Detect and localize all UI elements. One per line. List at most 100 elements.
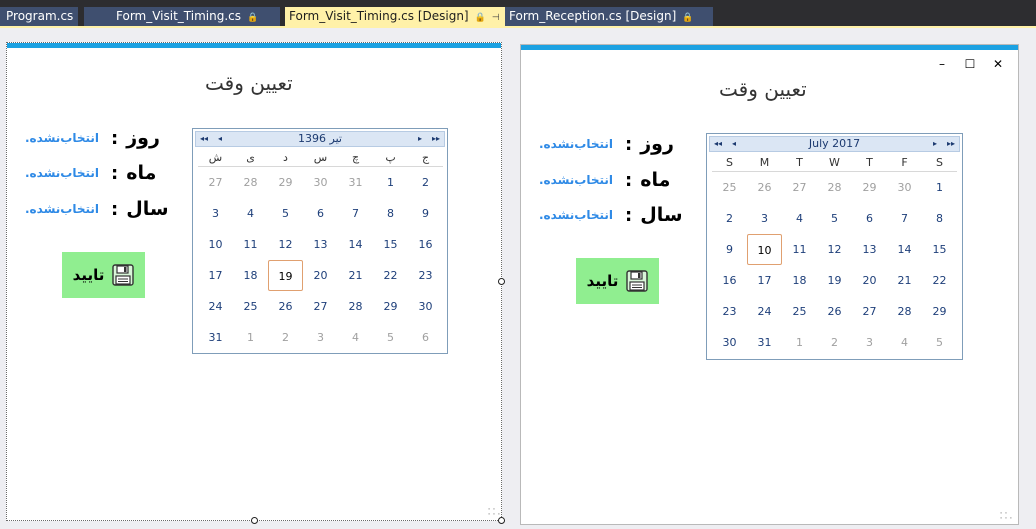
next-year-icon[interactable]: ▸▸ [432, 132, 440, 146]
calendar-day[interactable]: 4 [338, 322, 373, 353]
pin-icon[interactable]: 🔒 [682, 13, 693, 23]
calendar-day[interactable]: 10 [198, 229, 233, 260]
resize-handle-corner[interactable] [498, 517, 505, 524]
calendar-day[interactable]: 24 [198, 291, 233, 322]
calendar-day[interactable]: 28 [887, 296, 922, 327]
next-year-icon[interactable]: ▸▸ [947, 137, 955, 151]
close-icon[interactable]: ✕ [992, 57, 1004, 71]
calendar-day[interactable]: 24 [747, 296, 782, 327]
calendar-day[interactable]: 18 [782, 265, 817, 296]
calendar-day[interactable]: 1 [233, 322, 268, 353]
calendar-day[interactable]: 28 [817, 172, 852, 203]
calendar-day[interactable]: 25 [712, 172, 747, 203]
calendar-day[interactable]: 29 [268, 167, 303, 198]
calendar-day[interactable]: 1 [782, 327, 817, 358]
calendar-month-title[interactable]: تیر 1396 [196, 132, 444, 146]
calendar-day[interactable]: 9 [408, 198, 443, 229]
calendar-day[interactable]: 25 [782, 296, 817, 327]
calendar-day[interactable]: 5 [268, 198, 303, 229]
calendar-day[interactable]: 4 [782, 203, 817, 234]
calendar-day[interactable]: 2 [712, 203, 747, 234]
pin-icon[interactable]: 🔒 [475, 13, 486, 23]
calendar-day[interactable]: 8 [373, 198, 408, 229]
tab-form-reception-design[interactable]: Form_Reception.cs [Design] 🔒 [505, 7, 713, 26]
calendar-day[interactable]: 12 [268, 229, 303, 260]
confirm-button[interactable]: تایید [576, 258, 659, 304]
resize-handle-right[interactable] [498, 278, 505, 285]
calendar-day-today[interactable]: 19 [268, 260, 303, 291]
calendar-day[interactable]: 2 [268, 322, 303, 353]
calendar-day[interactable]: 17 [747, 265, 782, 296]
calendar-day[interactable]: 26 [817, 296, 852, 327]
pin-icon[interactable]: 🔒 [247, 13, 258, 23]
calendar-day[interactable]: 22 [922, 265, 957, 296]
calendar-day[interactable]: 27 [198, 167, 233, 198]
calendar-day[interactable]: 26 [268, 291, 303, 322]
pin-tab-icon[interactable]: ⊣ [492, 13, 500, 23]
calendar-day[interactable]: 22 [373, 260, 408, 291]
calendar-day[interactable]: 27 [303, 291, 338, 322]
calendar-day-today[interactable]: 10 [747, 234, 782, 265]
tab-form-visit-timing-cs[interactable]: Form_Visit_Timing.cs 🔒 [84, 7, 280, 26]
calendar-day[interactable]: 29 [373, 291, 408, 322]
next-month-icon[interactable]: ▸ [933, 137, 937, 151]
calendar-day[interactable]: 14 [338, 229, 373, 260]
size-grip-icon[interactable]: ⠠⠠ ⠠⠠⠠ [997, 508, 1013, 521]
calendar-day[interactable]: 29 [922, 296, 957, 327]
calendar-day[interactable]: 31 [198, 322, 233, 353]
calendar-day[interactable]: 28 [338, 291, 373, 322]
month-calendar[interactable]: ◂◂ ◂ تیر 1396 ▸ ▸▸ ش ی د س چ پ ج 27 28 29 30 31 1 2 3 4… [192, 128, 448, 354]
calendar-day[interactable]: 30 [408, 291, 443, 322]
calendar-day[interactable]: 20 [303, 260, 338, 291]
calendar-day[interactable]: 4 [233, 198, 268, 229]
calendar-day[interactable]: 11 [233, 229, 268, 260]
calendar-day[interactable]: 30 [303, 167, 338, 198]
calendar-day[interactable]: 13 [852, 234, 887, 265]
calendar-day[interactable]: 2 [817, 327, 852, 358]
next-month-icon[interactable]: ▸ [418, 132, 422, 146]
calendar-day[interactable]: 19 [817, 265, 852, 296]
calendar-day[interactable]: 21 [887, 265, 922, 296]
calendar-day[interactable]: 7 [338, 198, 373, 229]
calendar-day[interactable]: 4 [887, 327, 922, 358]
calendar-day[interactable]: 7 [887, 203, 922, 234]
calendar-day[interactable]: 6 [852, 203, 887, 234]
tab-program-cs[interactable]: Program.cs🔒 [0, 7, 78, 26]
calendar-day[interactable]: 6 [408, 322, 443, 353]
calendar-day[interactable]: 16 [408, 229, 443, 260]
calendar-day[interactable]: 8 [922, 203, 957, 234]
tab-form-visit-timing-design[interactable]: Form_Visit_Timing.cs [Design]🔒⊣✕ [285, 7, 505, 28]
calendar-day[interactable]: 25 [233, 291, 268, 322]
calendar-day[interactable]: 17 [198, 260, 233, 291]
calendar-day[interactable]: 3 [303, 322, 338, 353]
calendar-day[interactable]: 31 [338, 167, 373, 198]
calendar-day[interactable]: 3 [747, 203, 782, 234]
month-calendar[interactable]: ◂◂ ◂ July 2017 ▸ ▸▸ S M T W T F S 25 26 27 28 29 30 1… [706, 133, 963, 360]
calendar-day[interactable]: 14 [887, 234, 922, 265]
confirm-button[interactable]: تایید [62, 252, 145, 298]
calendar-day[interactable]: 5 [817, 203, 852, 234]
calendar-day[interactable]: 26 [747, 172, 782, 203]
calendar-day[interactable]: 6 [303, 198, 338, 229]
calendar-day[interactable]: 5 [373, 322, 408, 353]
calendar-day[interactable]: 15 [922, 234, 957, 265]
calendar-day[interactable]: 21 [338, 260, 373, 291]
calendar-day[interactable]: 29 [852, 172, 887, 203]
calendar-day[interactable]: 1 [922, 172, 957, 203]
calendar-day[interactable]: 31 [747, 327, 782, 358]
calendar-day[interactable]: 2 [408, 167, 443, 198]
calendar-day[interactable]: 27 [852, 296, 887, 327]
calendar-day[interactable]: 16 [712, 265, 747, 296]
calendar-day[interactable]: 27 [782, 172, 817, 203]
designer-surface-reception[interactable]: – ☐ ✕ تعیین وقت انتخاب‌نشده. : روز انتخا… [520, 44, 1019, 525]
calendar-day[interactable]: 28 [233, 167, 268, 198]
calendar-day[interactable]: 3 [198, 198, 233, 229]
minimize-icon[interactable]: – [936, 57, 948, 71]
calendar-day[interactable]: 23 [408, 260, 443, 291]
calendar-day[interactable]: 3 [852, 327, 887, 358]
resize-handle-bottom[interactable] [251, 517, 258, 524]
calendar-day[interactable]: 13 [303, 229, 338, 260]
calendar-day[interactable]: 20 [852, 265, 887, 296]
calendar-day[interactable]: 30 [712, 327, 747, 358]
calendar-day[interactable]: 1 [373, 167, 408, 198]
